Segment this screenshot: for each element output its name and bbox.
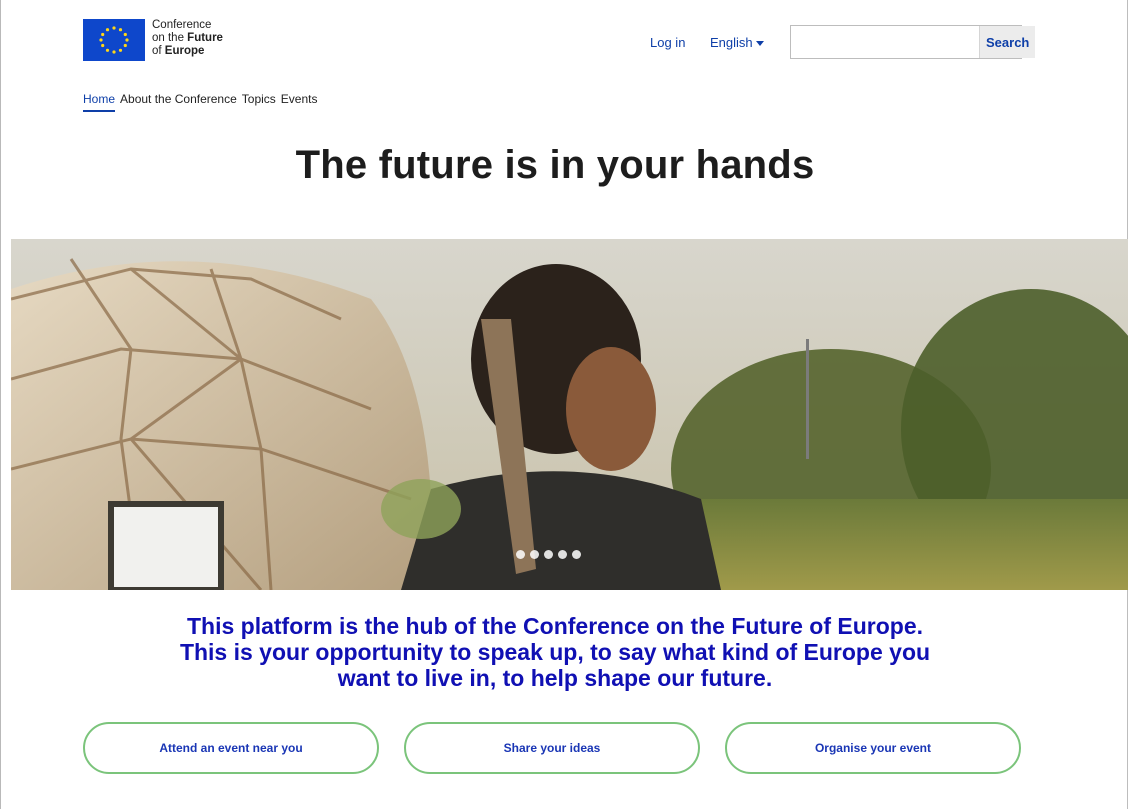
login-link[interactable]: Log in	[650, 35, 685, 50]
logo-line-2: on the Future	[152, 32, 223, 45]
carousel-dots	[516, 550, 581, 559]
hero-carousel	[11, 239, 1128, 590]
nav-item-events[interactable]: Events	[281, 92, 318, 112]
share-ideas-button[interactable]: Share your ideas	[404, 722, 700, 774]
search-button[interactable]: Search	[979, 26, 1036, 58]
main-nav: Home About the Conference Topics Events	[83, 92, 317, 112]
carousel-dot-3[interactable]	[544, 550, 553, 559]
logo-text: Conference on the Future of Europe	[152, 19, 223, 58]
nav-item-home[interactable]: Home	[83, 92, 116, 112]
logo-line-3-prefix: of	[152, 45, 165, 57]
attend-event-button[interactable]: Attend an event near you	[83, 722, 379, 774]
organise-event-button[interactable]: Organise your event	[725, 722, 1021, 774]
eu-flag-icon	[83, 19, 145, 61]
language-selector[interactable]: English	[710, 35, 764, 50]
search-form: Search	[790, 25, 1036, 59]
carousel-dot-2[interactable]	[530, 550, 539, 559]
page: Conference on the Future of Europe Log i…	[0, 0, 1128, 809]
site-logo[interactable]: Conference on the Future of Europe	[83, 19, 223, 61]
page-title: The future is in your hands	[295, 143, 815, 187]
language-label: English	[710, 35, 753, 50]
intro-line-1: This platform is the hub of the Conferen…	[186, 613, 923, 639]
logo-line-2-bold: Future	[187, 32, 223, 44]
intro-line-3: want to live in, to help shape our futur…	[337, 665, 773, 691]
carousel-dot-4[interactable]	[558, 550, 567, 559]
carousel-dot-5[interactable]	[572, 550, 581, 559]
logo-line-3: of Europe	[152, 45, 223, 58]
nav-item-about[interactable]: About the Conference	[120, 92, 237, 112]
nav-item-topics[interactable]: Topics	[242, 92, 276, 112]
logo-line-3-bold: Europe	[164, 45, 205, 57]
logo-line-2-prefix: on the	[152, 32, 188, 44]
intro-line-2: This is your opportunity to speak up, to…	[179, 639, 931, 665]
carousel-dot-1[interactable]	[516, 550, 525, 559]
search-input[interactable]	[791, 26, 979, 58]
caret-down-icon	[755, 41, 764, 46]
logo-line-1: Conference	[152, 19, 212, 31]
hero-image	[11, 239, 1128, 590]
intro-text: This platform is the hub of the Conferen…	[0, 613, 1110, 691]
